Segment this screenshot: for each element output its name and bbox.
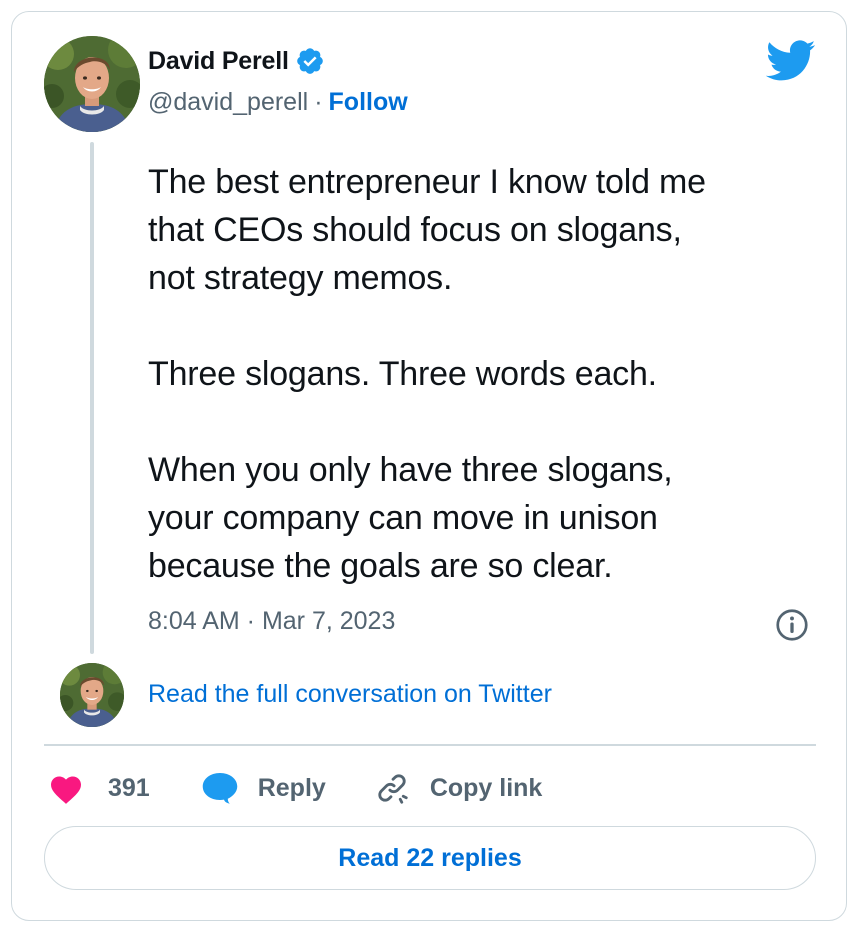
read-full-conversation-link[interactable]: Read the full conversation on Twitter — [148, 680, 552, 709]
twitter-bird-icon[interactable] — [766, 40, 816, 82]
follow-link[interactable]: Follow — [329, 88, 408, 117]
copy-link-label: Copy link — [429, 773, 543, 802]
divider — [44, 744, 816, 746]
author-handle-row: @david_perell · Follow — [148, 88, 408, 117]
author-handle[interactable]: @david_perell — [148, 88, 308, 117]
heart-icon — [51, 776, 81, 804]
reply-button[interactable]: Reply — [200, 770, 326, 806]
author-avatar-image — [44, 36, 140, 132]
like-button[interactable]: 391 — [48, 771, 150, 805]
action-bar: 391 Reply Copy link — [48, 766, 542, 810]
link-icon — [378, 774, 408, 804]
handle-separator: · — [314, 88, 323, 116]
author-avatar[interactable] — [44, 36, 140, 132]
verified-badge-icon — [296, 48, 323, 74]
like-count: 391 — [108, 773, 150, 802]
reply-label: Reply — [257, 773, 326, 802]
author-display-name[interactable]: David Perell — [148, 47, 289, 76]
author-name-row: David Perell — [148, 46, 325, 76]
conversation-avatar-image — [60, 663, 124, 727]
info-icon[interactable] — [774, 607, 810, 643]
speech-bubble-icon — [202, 773, 237, 804]
tweet-timestamp[interactable]: 8:04 AM · Mar 7, 2023 — [148, 607, 395, 636]
thread-connector-line — [90, 142, 94, 654]
read-replies-button[interactable]: Read 22 replies — [44, 826, 816, 890]
conversation-avatar[interactable] — [60, 663, 124, 727]
copy-link-button[interactable]: Copy link — [374, 770, 543, 806]
tweet-text: The best entrepreneur I know told me tha… — [148, 163, 706, 585]
